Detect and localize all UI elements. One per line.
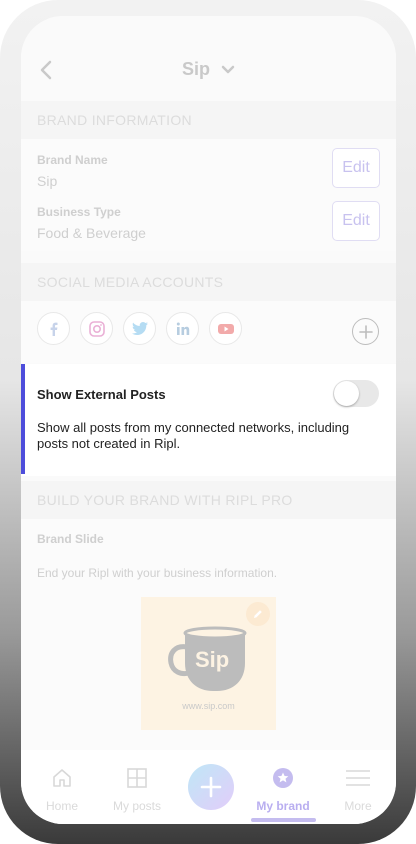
tab-my-brand[interactable]: My brand (248, 766, 318, 813)
external-posts-panel: Show External Posts Show all posts from … (21, 364, 396, 476)
add-social-account-button[interactable] (352, 318, 379, 345)
linkedin-button[interactable] (166, 312, 199, 345)
phone-frame: Sip BRAND INFORMATION Brand Name Sip Edi… (0, 0, 416, 844)
youtube-icon (217, 323, 234, 334)
twitter-icon (131, 321, 148, 335)
tab-label: My posts (112, 799, 161, 813)
brand-switcher[interactable]: Sip (21, 59, 396, 80)
edit-business-type-button[interactable]: Edit (332, 201, 380, 241)
active-tab-indicator (251, 818, 316, 822)
external-posts-title: Show External Posts (37, 387, 166, 402)
brand-slide-description: End your Ripl with your business informa… (37, 566, 278, 580)
brand-name-label: Brand Name (37, 153, 108, 167)
plus-icon (200, 776, 222, 798)
facebook-button[interactable] (37, 312, 70, 345)
business-type-value: Food & Beverage (37, 225, 146, 241)
twitter-button[interactable] (123, 312, 156, 345)
app-screen: Sip BRAND INFORMATION Brand Name Sip Edi… (21, 16, 396, 824)
edit-brand-name-button[interactable]: Edit (332, 148, 380, 188)
tab-my-posts[interactable]: My posts (102, 766, 172, 813)
business-type-label: Business Type (37, 205, 121, 219)
accent-bar (21, 364, 25, 474)
tab-label: Home (45, 799, 78, 813)
tab-label: More (344, 799, 372, 813)
chevron-down-icon (221, 66, 235, 74)
edit-slide-button[interactable] (246, 602, 270, 626)
menu-icon (346, 770, 370, 786)
plus-icon (358, 324, 373, 339)
brand-information-card: Brand Name Sip Edit Business Type Food &… (21, 139, 396, 251)
section-title: BRAND INFORMATION (37, 112, 192, 128)
youtube-button[interactable] (209, 312, 242, 345)
tab-label: My brand (256, 799, 310, 813)
section-title: BUILD YOUR BRAND WITH RIPL PRO (37, 492, 293, 508)
bottom-tab-bar: Home My posts My brand More (21, 750, 396, 824)
brand-slide-label: Brand Slide (37, 532, 104, 546)
star-badge-icon (273, 768, 293, 788)
social-media-header: SOCIAL MEDIA ACCOUNTS (21, 263, 396, 301)
tab-more[interactable]: More (323, 766, 393, 813)
brand-name-value: Sip (37, 173, 58, 189)
linkedin-icon (176, 322, 189, 335)
create-post-button[interactable] (188, 764, 234, 810)
section-title: SOCIAL MEDIA ACCOUNTS (37, 274, 224, 290)
slide-logo-text: Sip (195, 647, 230, 672)
facebook-icon (50, 322, 57, 336)
tab-home[interactable]: Home (27, 766, 97, 813)
pencil-icon (254, 610, 262, 618)
toggle-knob (334, 381, 359, 406)
brand-information-header: BRAND INFORMATION (21, 101, 396, 139)
header: Sip (21, 16, 396, 106)
external-posts-description: Show all posts from my connected network… (37, 420, 350, 451)
slide-url: www.sip.com (182, 701, 235, 711)
instagram-button[interactable] (80, 312, 113, 345)
instagram-icon (88, 320, 105, 337)
page-title: Sip (181, 59, 210, 79)
external-posts-toggle[interactable] (333, 380, 379, 407)
grid-icon (127, 768, 147, 788)
ripl-pro-header: BUILD YOUR BRAND WITH RIPL PRO (21, 481, 396, 519)
home-icon (53, 769, 71, 787)
